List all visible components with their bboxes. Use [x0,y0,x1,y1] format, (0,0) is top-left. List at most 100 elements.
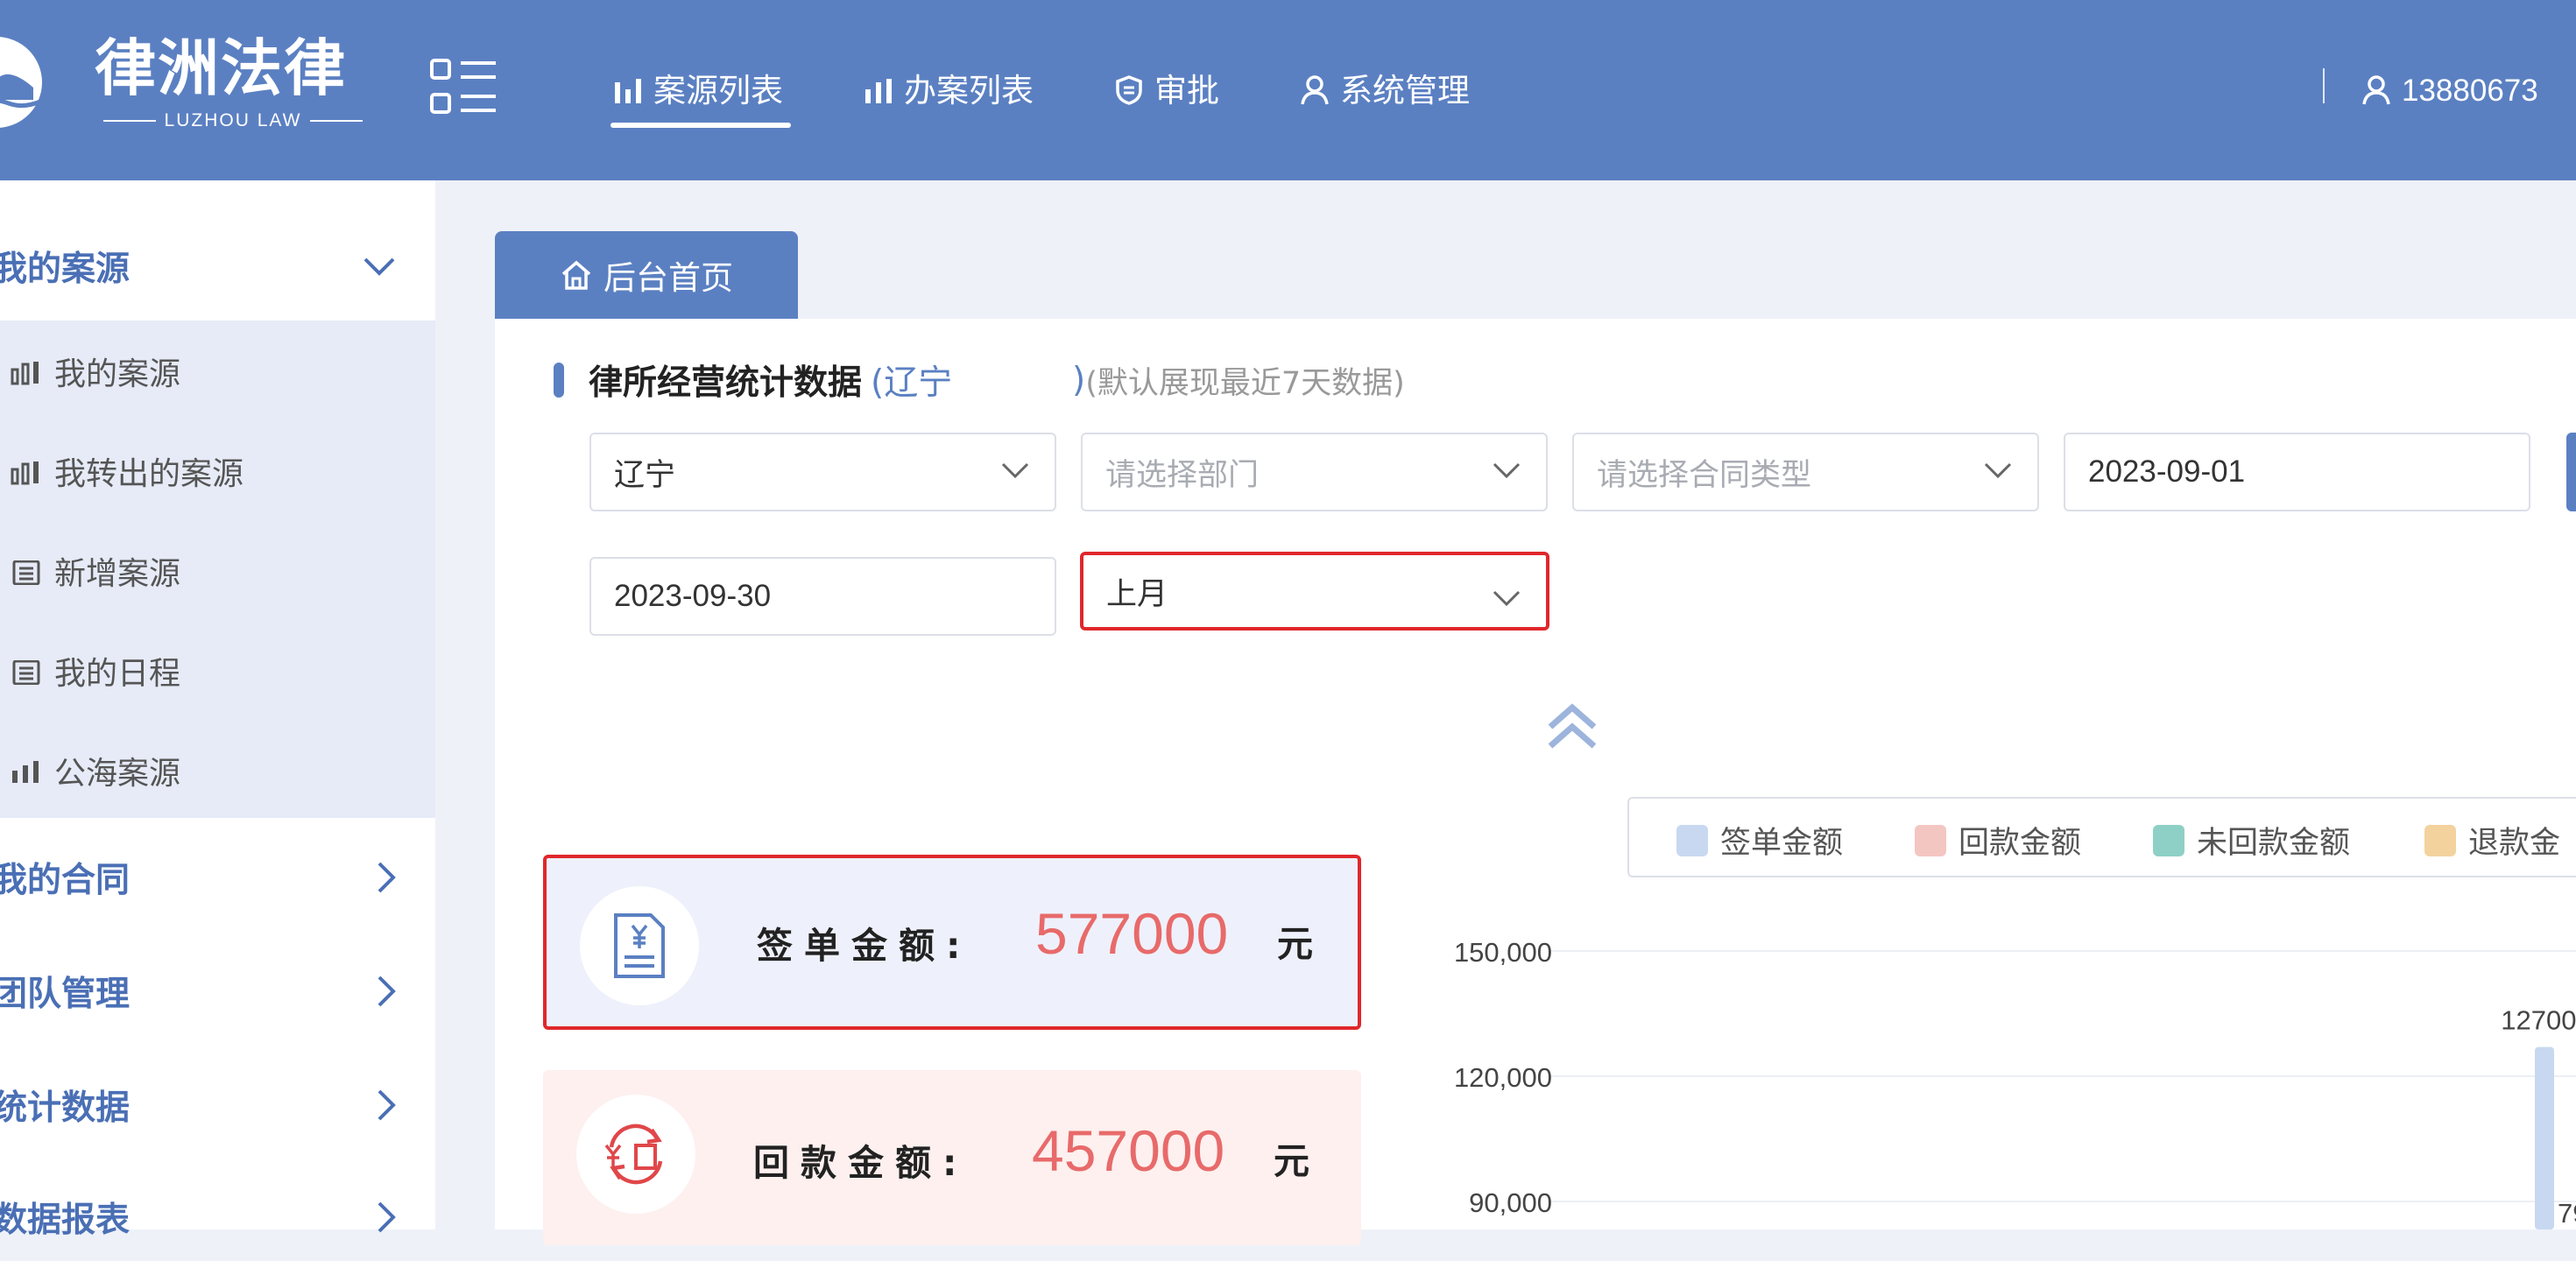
sidebar-item-my-cases[interactable]: 我的案源 [0,328,435,415]
stat-value: 457000 [1032,1118,1225,1183]
section-title: 律所经营统计数据 (辽宁 ) (默认展现最近7天数据) [589,356,1405,405]
sidebar-group-statistics[interactable]: 统计数据 [0,1061,435,1149]
chevron-right-icon [378,976,396,1007]
legend-swatch [1915,824,1946,856]
y-tick-label: 150,000 [1454,937,1552,968]
chevron-right-icon [378,1201,396,1233]
user-account[interactable]: 13880673 [2361,0,2538,180]
period-select[interactable]: 上月 [1080,552,1549,630]
legend-label: 退款金 [2468,826,2561,861]
logo-emblem-icon [0,37,42,128]
y-tick-label: 120,000 [1454,1062,1552,1093]
nav-item-label: 审批 [1154,71,1219,109]
nav-item-system-management[interactable]: 系统管理 [1300,0,1470,180]
chart-legend: 签单金额 回款金额 未回款金额 退款金 [1627,797,2576,877]
chevron-down-icon [1984,462,2012,479]
sidebar-item-public-cases[interactable]: 公海案源 [0,727,435,814]
nav-item-label: 案源列表 [653,71,783,109]
sidebar-group-data-reports[interactable]: 数据报表 [0,1173,435,1261]
stat-label: 签单金额: [757,925,972,967]
sidebar-item-new-case[interactable]: 新增案源 [0,527,435,615]
sidebar-group-my-contracts[interactable]: 我的合同 [0,834,435,921]
refund-exchange-icon [604,1124,663,1185]
logo-subtitle: LUZHOU LAW [103,110,363,131]
list-icon [12,660,40,685]
sidebar-group-label: 我的案源 [0,250,131,289]
menu-toggle-icon[interactable] [429,58,498,116]
list-icon [12,560,40,585]
sidebar-group-label: 数据报表 [0,1201,131,1240]
sidebar-group-label: 我的合同 [0,861,131,900]
sidebar-item-label: 我的日程 [54,656,181,692]
shield-icon [1114,74,1144,106]
user-phone: 13880673 [2402,73,2538,108]
contract-type-select[interactable]: 请选择合同类型 [1572,433,2039,511]
user-icon [2361,74,2391,106]
stat-unit: 元 [1277,923,1313,965]
signed-amount-card-icon-wrap [580,886,699,1005]
legend-swatch [2153,824,2184,856]
y-tick-label: 90,000 [1469,1187,1552,1218]
bar-chart-icon [864,75,893,105]
active-nav-indicator [610,123,791,128]
department-select[interactable]: 请选择部门 [1081,433,1548,511]
stat-label: 回款金额: [753,1142,969,1184]
section-title-text: 律所经营统计数据 [589,363,863,403]
bar-chart-icon [12,761,39,783]
sidebar-group-label: 统计数据 [0,1088,131,1128]
nav-item-case-handling-list[interactable]: 办案列表 [864,0,1034,180]
logo-name: 律洲法律 [95,32,347,104]
sidebar-group-my-cases[interactable]: 我的案源 [0,222,435,310]
logo[interactable]: 律洲法律 LUZHOU LAW [0,26,368,140]
signed-amount-card: 签单金额: 577000 元 [543,855,1361,1030]
bar-data-label: 127000 [2501,1005,2576,1036]
tab-label: 后台首页 [603,259,733,297]
legend-swatch [2424,824,2456,856]
tab-dashboard-home[interactable]: 后台首页 [495,231,798,319]
legend-item-signed-amount[interactable]: 签单金额 [1676,818,1843,863]
sidebar-group-label: 团队管理 [0,975,131,1014]
section-region: (辽宁 [871,363,953,403]
contract-yuan-icon [614,913,665,978]
search-button[interactable] [2566,433,2576,511]
legend-item-refund-amount[interactable]: 退款金 [2424,818,2560,863]
top-navbar: 律洲法律 LUZHOU LAW 案源列表 办案列表 审批 系统管理 138806… [0,0,2576,180]
sidebar-item-my-schedule[interactable]: 我的日程 [0,627,435,715]
sidebar-item-label: 新增案源 [54,556,181,592]
home-icon [561,260,591,290]
legend-swatch [1676,824,1708,856]
nav-item-case-source-list[interactable]: 案源列表 [613,0,783,180]
legend-item-unpaid-amount[interactable]: 未回款金额 [2153,818,2350,863]
legend-item-payment-amount[interactable]: 回款金额 [1915,818,2081,863]
stat-unit: 元 [1274,1140,1309,1182]
start-date-input[interactable]: 2023-09-01 [2064,433,2530,511]
sidebar-item-label: 我的案源 [54,356,181,392]
chevron-down-icon [363,257,395,276]
bar [2535,1046,2554,1229]
bar-chart-icon [11,362,39,385]
sidebar-group-team-management[interactable]: 团队管理 [0,948,435,1035]
end-date-input[interactable]: 2023-09-30 [589,557,1056,636]
legend-label: 签单金额 [1720,826,1844,861]
section-marker [554,363,564,398]
legend-label: 回款金额 [1958,826,2082,861]
chevron-right-icon [378,1089,396,1121]
sidebar-item-label: 公海案源 [54,756,181,792]
chevron-down-icon [1493,462,1521,479]
bar-chart: 150,000 120,000 90,000 127000 79 [1454,937,2576,1229]
nav-item-label: 办案列表 [904,71,1034,109]
chevron-down-icon [1001,462,1029,479]
chevron-down-icon [1493,590,1521,607]
chevron-right-icon [378,862,396,893]
nav-item-label: 系统管理 [1340,71,1470,109]
province-select[interactable]: 辽宁 [589,433,1056,511]
collapse-up-icon[interactable] [1543,701,1601,753]
bar-chart-icon [11,461,39,485]
nav-item-approval[interactable]: 审批 [1114,0,1219,180]
sidebar-item-label: 我转出的案源 [54,456,244,492]
user-icon [1300,74,1330,106]
legend-label: 未回款金额 [2197,826,2351,861]
header-divider [2323,68,2325,103]
sidebar: 我的案源 我的案源 我转出的案源 新增案源 我的日程 公海案源 我的合同 团队管… [0,180,435,1240]
sidebar-item-transferred-cases[interactable]: 我转出的案源 [0,427,435,515]
